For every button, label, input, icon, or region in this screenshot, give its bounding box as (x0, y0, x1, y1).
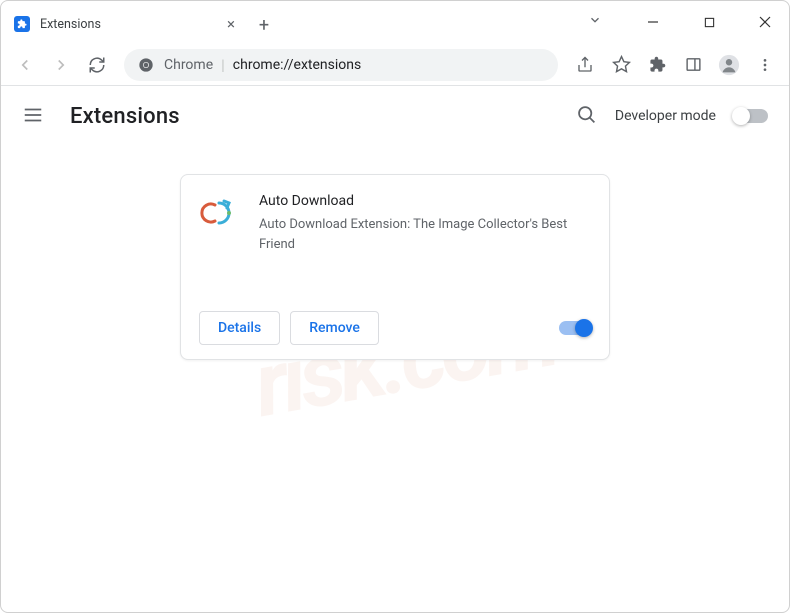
tab-close-button[interactable]: × (222, 15, 240, 33)
profile-avatar-icon[interactable] (714, 50, 744, 80)
share-icon[interactable] (570, 50, 600, 80)
chrome-logo-icon (138, 57, 154, 73)
menu-dots-icon[interactable] (750, 50, 780, 80)
omnibox-prefix: Chrome (164, 57, 213, 73)
address-bar[interactable]: Chrome | chrome://extensions (124, 49, 558, 81)
extension-enable-toggle[interactable] (559, 321, 591, 335)
tab-title: Extensions (40, 17, 222, 32)
developer-mode-toggle[interactable] (734, 109, 768, 123)
bookmark-star-icon[interactable] (606, 50, 636, 80)
extensions-puzzle-icon[interactable] (642, 50, 672, 80)
omnibox-divider: | (221, 56, 225, 74)
page-title: Extensions (70, 104, 180, 129)
extension-puzzle-icon (14, 16, 30, 32)
window-titlebar: Extensions × + (0, 0, 790, 44)
details-button[interactable]: Details (199, 311, 280, 345)
window-minimize-button[interactable] (640, 9, 666, 35)
extension-name: Auto Download (259, 193, 591, 209)
browser-toolbar: Chrome | chrome://extensions (0, 44, 790, 86)
extensions-list: Auto Download Auto Download Extension: T… (0, 146, 790, 360)
window-close-button[interactable] (752, 9, 778, 35)
remove-button[interactable]: Remove (290, 311, 379, 345)
extension-card: Auto Download Auto Download Extension: T… (180, 174, 610, 360)
extensions-page-header: Extensions Developer mode (0, 86, 790, 146)
search-icon[interactable] (576, 104, 597, 129)
reload-button[interactable] (82, 50, 112, 80)
forward-button[interactable] (46, 50, 76, 80)
browser-tab[interactable]: Extensions × (0, 4, 250, 44)
side-panel-icon[interactable] (678, 50, 708, 80)
developer-mode-label: Developer mode (615, 108, 716, 124)
new-tab-button[interactable]: + (250, 6, 278, 44)
window-controls (588, 0, 790, 44)
extension-icon (199, 193, 239, 233)
extension-description: Auto Download Extension: The Image Colle… (259, 215, 591, 254)
hamburger-menu-icon[interactable] (22, 104, 46, 128)
window-maximize-button[interactable] (696, 9, 722, 35)
back-button[interactable] (10, 50, 40, 80)
tab-search-icon[interactable] (588, 13, 602, 31)
omnibox-url: chrome://extensions (233, 57, 361, 73)
